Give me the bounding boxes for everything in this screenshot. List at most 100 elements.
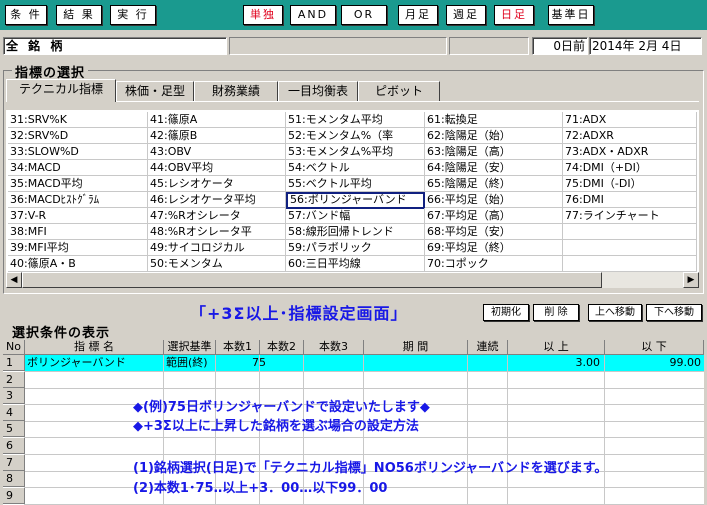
scroll-left-button[interactable]: ◀ — [6, 272, 22, 288]
column-divider — [467, 355, 468, 505]
column-header[interactable]: 選択基準 — [164, 340, 216, 355]
indicator-cell[interactable]: 39:MFI平均 — [8, 240, 148, 256]
row1-count1[interactable]: 75 — [216, 355, 266, 371]
stock-field[interactable]: 全 銘 柄 — [3, 37, 227, 55]
toolbar-button-3[interactable]: 単独 — [243, 5, 283, 25]
row-number[interactable]: 5 — [3, 421, 25, 438]
tab-3[interactable]: 一目均衡表 — [278, 81, 358, 101]
indicator-cell[interactable]: 36:MACDﾋｽﾄｸﾞﾗﾑ — [8, 192, 148, 208]
row-number[interactable]: 7 — [3, 454, 25, 471]
scroll-right-button[interactable]: ▶ — [683, 272, 699, 288]
action-button-3[interactable]: 下へ移動 — [646, 304, 702, 321]
indicator-cell[interactable]: 77:ラインチャート — [563, 208, 697, 224]
row1-min[interactable]: 3.00 — [508, 355, 601, 371]
tab-0[interactable]: テクニカル指標 — [6, 79, 116, 102]
indicator-cell[interactable]: 64:陰陽足（安） — [425, 160, 563, 176]
indicator-cell[interactable]: 67:平均足（高） — [425, 208, 563, 224]
row1-criterion[interactable]: 範囲(終) — [166, 355, 216, 371]
indicator-cell[interactable]: 57:バンド幅 — [286, 208, 425, 224]
row-number[interactable]: 8 — [3, 471, 25, 488]
indicator-cell[interactable]: 32:SRV%D — [8, 128, 148, 144]
column-header[interactable]: 本数1 — [216, 340, 260, 355]
days-before-value: 0日前 — [553, 39, 585, 53]
action-button-2[interactable]: 上へ移動 — [588, 304, 642, 321]
tab-4[interactable]: ピボット — [358, 81, 440, 101]
indicator-cell[interactable]: 46:レシオケータ平均 — [148, 192, 286, 208]
column-header[interactable]: 指 標 名 — [25, 340, 164, 355]
toolbar-button-9[interactable]: 基準日 — [548, 5, 594, 25]
indicator-cell[interactable]: 58:線形回帰トレンド — [286, 224, 425, 240]
row-number[interactable]: 3 — [3, 388, 25, 405]
indicator-cell[interactable]: 41:篠原A — [148, 112, 286, 128]
indicator-cell[interactable]: 40:篠原A・B — [8, 256, 148, 272]
indicator-cell[interactable]: 63:陰陽足（高） — [425, 144, 563, 160]
toolbar-button-8[interactable]: 日足 — [494, 5, 534, 25]
row-number[interactable]: 6 — [3, 438, 25, 454]
column-header[interactable]: No — [3, 340, 25, 355]
action-button-1[interactable]: 削 除 — [533, 304, 579, 321]
toolbar-button-7[interactable]: 週足 — [446, 5, 486, 25]
indicator-cell[interactable]: 50:モメンタム — [148, 256, 286, 272]
toolbar-button-5[interactable]: OR — [341, 5, 387, 25]
toolbar-button-6[interactable]: 月足 — [398, 5, 438, 25]
indicator-cell[interactable]: 45:レシオケータ — [148, 176, 286, 192]
indicator-cell[interactable]: 42:篠原B — [148, 128, 286, 144]
indicator-cell[interactable]: 65:陰陽足（終） — [425, 176, 563, 192]
indicator-cell[interactable]: 69:平均足（終） — [425, 240, 563, 256]
action-button-0[interactable]: 初期化 — [483, 304, 529, 321]
column-header[interactable]: 本数3 — [304, 340, 364, 355]
row1-max[interactable]: 99.00 — [605, 355, 702, 371]
indicator-cell[interactable]: 56:ボリンジャーバンド — [286, 192, 425, 209]
tab-1[interactable]: 株価・足型 — [116, 81, 194, 101]
toolbar-button-0[interactable]: 条 件 — [5, 5, 47, 25]
indicator-cell[interactable]: 54:ベクトル — [286, 160, 425, 176]
scroll-thumb[interactable] — [22, 272, 602, 288]
indicator-cell[interactable]: 35:MACD平均 — [8, 176, 148, 192]
toolbar-button-1[interactable]: 結 果 — [56, 5, 102, 25]
indicator-cell[interactable]: 34:MACD — [8, 160, 148, 176]
indicator-cell[interactable]: 38:MFI — [8, 224, 148, 240]
column-header[interactable]: 連続 — [468, 340, 508, 355]
column-header[interactable]: 以 下 — [605, 340, 704, 355]
row1-name[interactable]: ボリンジャーバンド — [27, 355, 163, 371]
toolbar-button-2[interactable]: 実 行 — [110, 5, 156, 25]
indicator-cell[interactable]: 62:陰陽足（始） — [425, 128, 563, 144]
row-number[interactable]: 1 — [3, 355, 25, 371]
row-number[interactable]: 2 — [3, 371, 25, 388]
indicator-cell[interactable]: 33:SLOW%D — [8, 144, 148, 160]
indicator-cell[interactable]: 68:平均足（安） — [425, 224, 563, 240]
indicator-cell[interactable]: 44:OBV平均 — [148, 160, 286, 176]
indicator-cell[interactable]: 60:三日平均線 — [286, 256, 425, 272]
indicator-cell[interactable]: 55:ベクトル平均 — [286, 176, 425, 192]
indicator-cell[interactable]: 71:ADX — [563, 112, 697, 128]
indicator-cell[interactable]: 75:DMI（-DI） — [563, 176, 697, 192]
indicator-cell[interactable]: 59:パラボリック — [286, 240, 425, 256]
indicator-cell[interactable]: 53:モメンタム%平均 — [286, 144, 425, 160]
indicator-cell[interactable]: 51:モメンタム平均 — [286, 112, 425, 128]
indicator-cell[interactable]: 72:ADXR — [563, 128, 697, 144]
indicator-cell[interactable]: 52:モメンタム%（率 — [286, 128, 425, 144]
days-before-field[interactable]: 0日前 — [532, 37, 588, 55]
row-number[interactable]: 9 — [3, 487, 25, 504]
date-field[interactable]: 2014年 2月 4日 — [589, 37, 702, 55]
horizontal-scrollbar[interactable]: ◀ ▶ — [6, 272, 699, 288]
toolbar-button-4[interactable]: AND — [290, 5, 336, 25]
indicator-cell[interactable]: 73:ADX・ADXR — [563, 144, 697, 160]
row-number[interactable]: 4 — [3, 404, 25, 421]
indicator-cell[interactable]: 31:SRV%K — [8, 112, 148, 128]
indicator-cell[interactable]: 70:コポック — [425, 256, 563, 272]
column-header[interactable]: 期 間 — [364, 340, 468, 355]
indicator-cell[interactable]: 47:%Rオシレータ — [148, 208, 286, 224]
indicator-cell[interactable]: 76:DMI — [563, 192, 697, 208]
indicator-cell[interactable]: 61:転換足 — [425, 112, 563, 128]
column-header[interactable]: 以 上 — [508, 340, 605, 355]
indicator-cell[interactable]: 74:DMI（+DI） — [563, 160, 697, 176]
indicator-cell[interactable]: 48:%Rオシレータ平 — [148, 224, 286, 240]
indicator-cell[interactable]: 66:平均足（始） — [425, 192, 563, 208]
row-divider — [25, 371, 704, 372]
tab-2[interactable]: 財務業績 — [194, 81, 278, 101]
column-header[interactable]: 本数2 — [260, 340, 304, 355]
indicator-cell[interactable]: 49:サイコロジカル — [148, 240, 286, 256]
indicator-cell[interactable]: 43:OBV — [148, 144, 286, 160]
indicator-cell[interactable]: 37:V-R — [8, 208, 148, 224]
